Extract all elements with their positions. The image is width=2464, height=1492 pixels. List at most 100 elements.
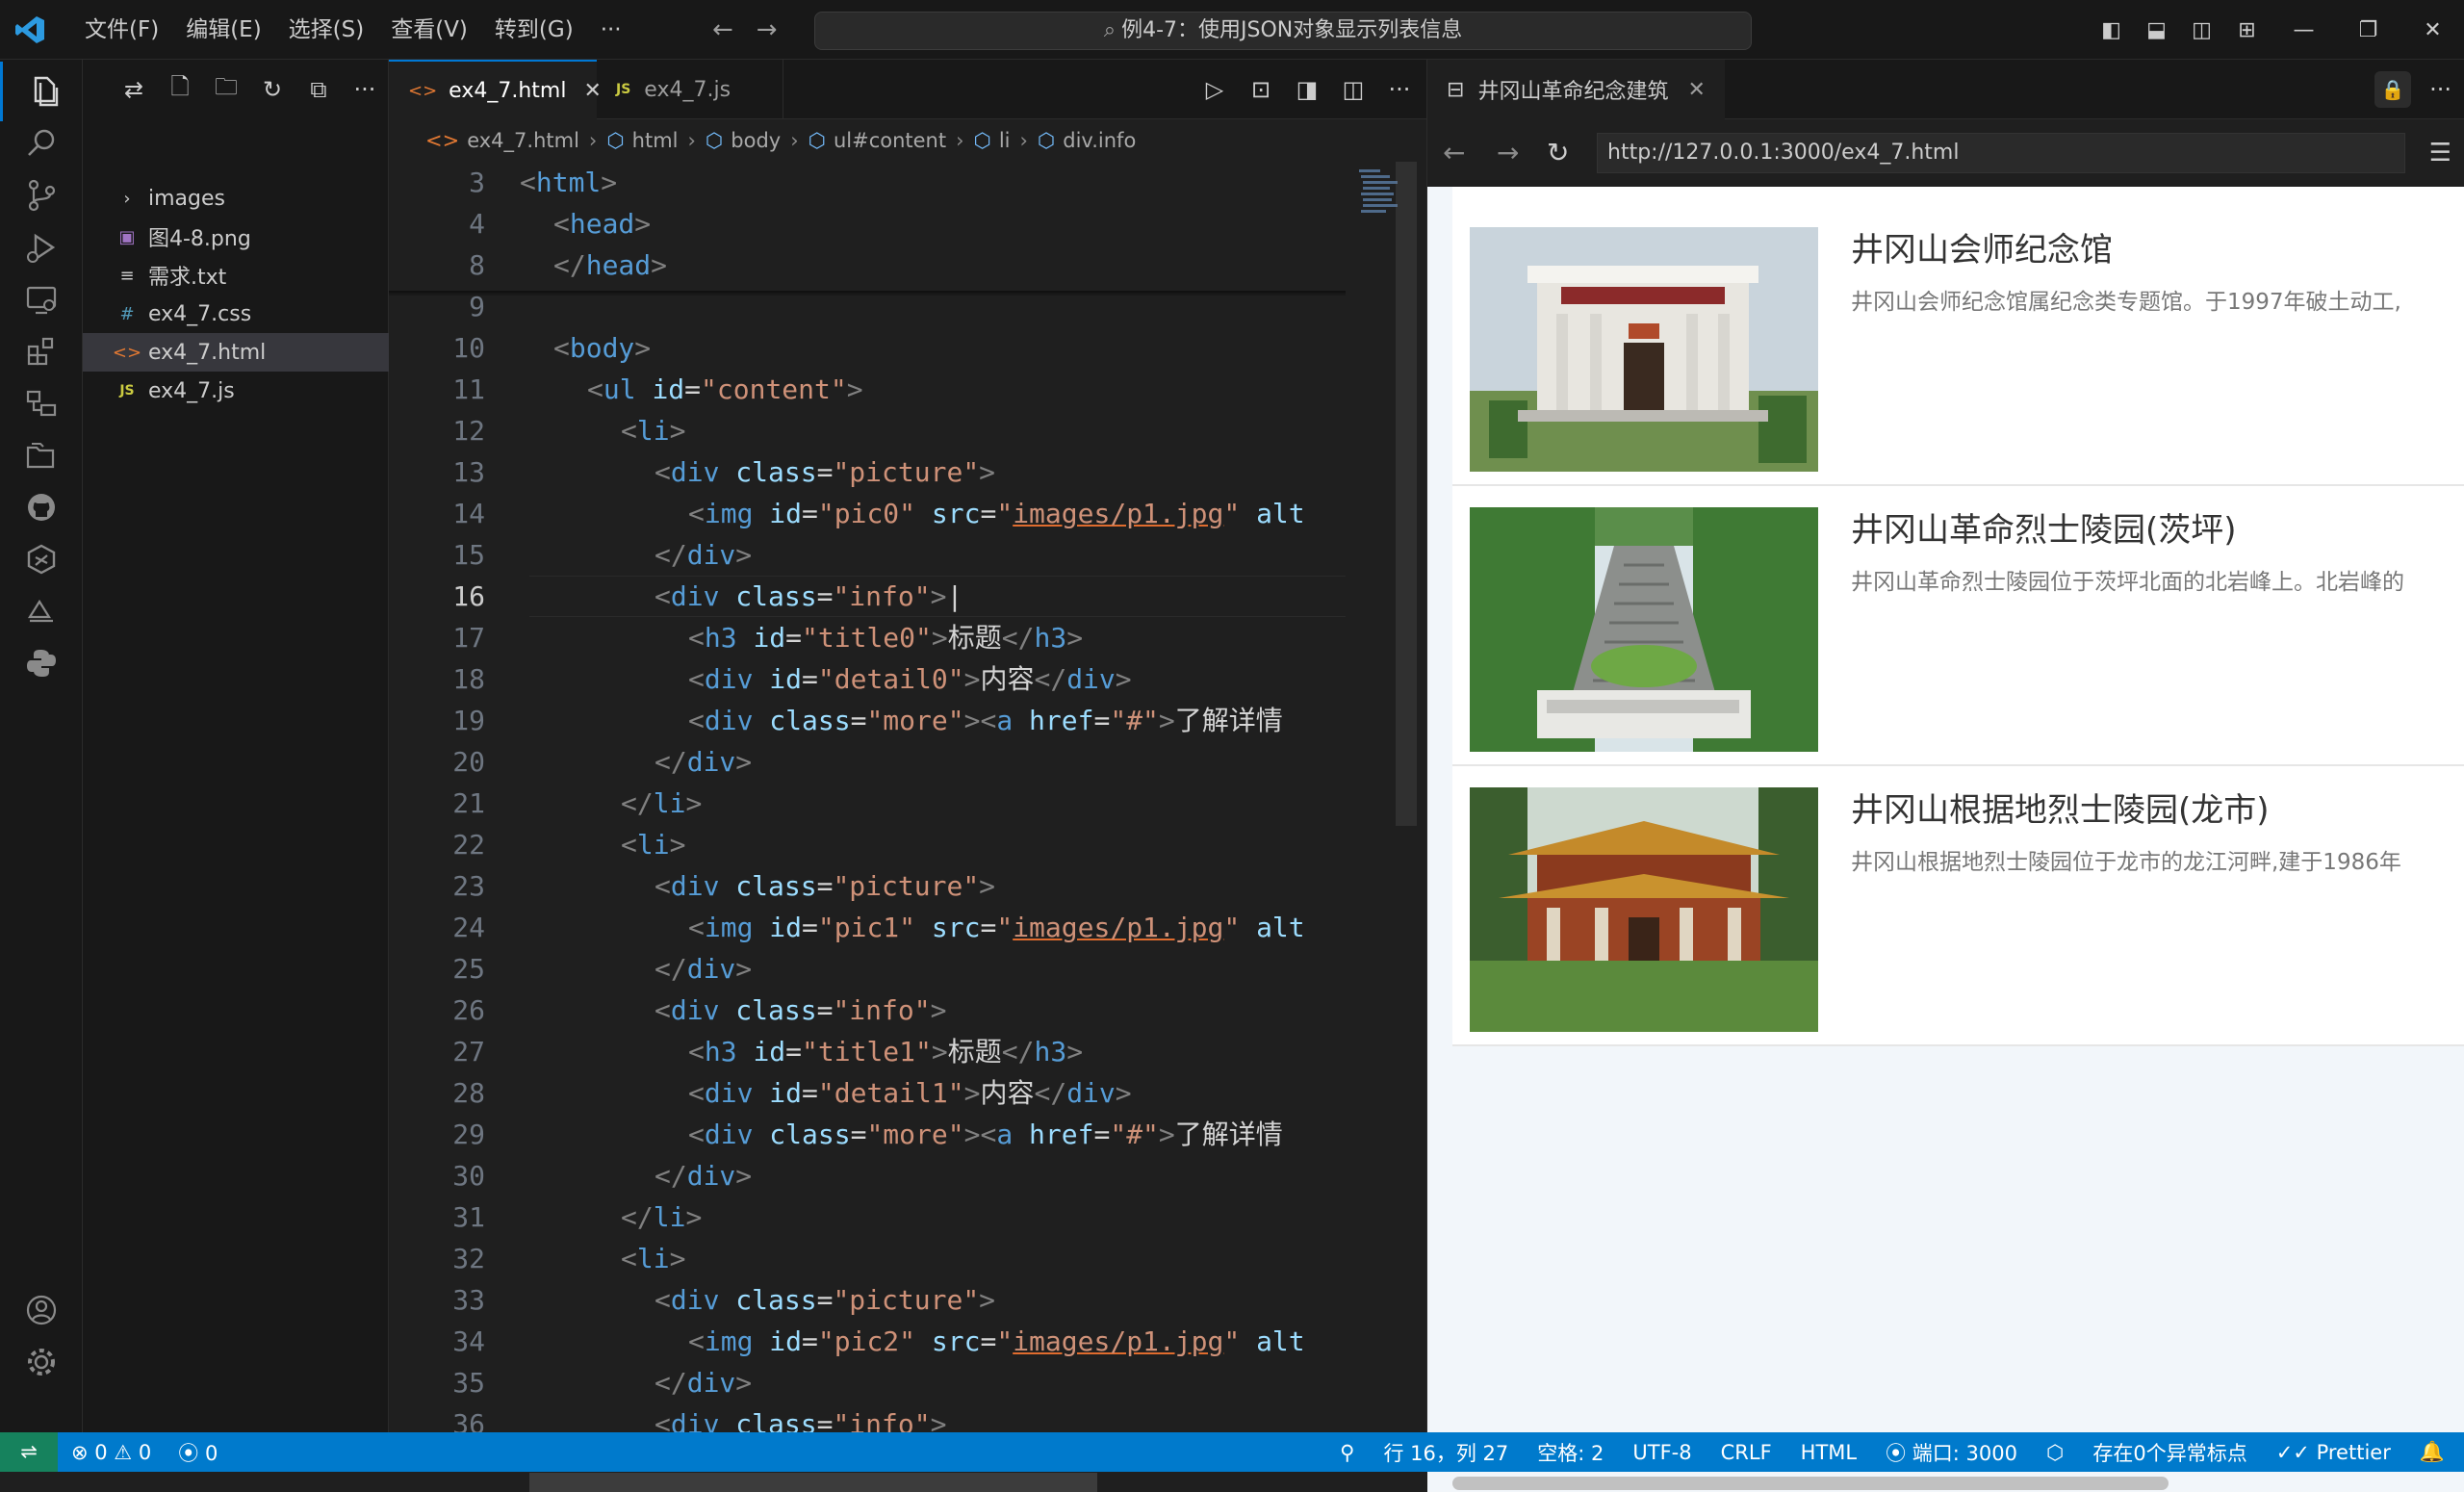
url-input[interactable]: http://127.0.0.1:3000/ex4_7.html	[1597, 133, 2405, 173]
tree-item-html[interactable]: <> ex4_7.html	[83, 333, 389, 372]
refresh-icon[interactable]: ↻	[256, 76, 289, 103]
menu-view[interactable]: 查看(V)	[377, 0, 481, 60]
tab-ex4-7-html[interactable]: <> ex4_7.html ✕	[389, 60, 602, 119]
reload-icon[interactable]: ↻	[1547, 119, 1569, 187]
remote-indicator-icon[interactable]: ⇌	[0, 1432, 58, 1472]
notifications-bell-icon[interactable]: 🔔	[2420, 1440, 2445, 1464]
more-actions-icon[interactable]: ···	[348, 76, 381, 103]
menu-go[interactable]: 转到(G)	[481, 0, 587, 60]
horizontal-scrollbar[interactable]	[529, 1473, 1097, 1492]
run-icon[interactable]: ▷	[1199, 76, 1230, 103]
end-of-line[interactable]: CRLF	[1721, 1441, 1772, 1464]
menu-selection[interactable]: 选择(S)	[275, 0, 378, 60]
open-preview-icon[interactable]: ⊡	[1245, 76, 1276, 103]
code-text: <img id="pic2" src="images/p1.jpg" alt	[688, 1321, 1305, 1362]
split-editor-icon[interactable]: ◫	[1338, 76, 1369, 103]
tree-item-js[interactable]: JS ex4_7.js	[83, 372, 389, 410]
breadcrumb-item[interactable]: ex4_7.html	[467, 129, 579, 152]
minimize-icon[interactable]: —	[2272, 18, 2336, 42]
run-debug-icon[interactable]	[0, 218, 83, 277]
tree-item-png[interactable]: ▣ 图4-8.png	[83, 218, 389, 256]
menu-more[interactable]: ···	[587, 0, 635, 60]
live-share-icon[interactable]	[0, 373, 83, 433]
code-token: class	[769, 1119, 851, 1150]
code-token: src	[931, 912, 981, 943]
menu-file[interactable]: 文件(F)	[71, 0, 172, 60]
folders-icon[interactable]	[0, 425, 83, 485]
new-folder-icon[interactable]: 🗀	[210, 70, 243, 110]
tree-item-images[interactable]: › images	[83, 179, 389, 218]
tab-preview[interactable]: ⊟ 井冈山革命纪念建筑 ✕	[1427, 60, 1725, 119]
menu-icon[interactable]: ☰	[2429, 119, 2451, 187]
github-icon[interactable]	[0, 477, 83, 537]
code-line: 15 </div>	[389, 534, 1346, 576]
copilot-icon[interactable]	[0, 529, 83, 589]
breadcrumb-item[interactable]: html	[632, 129, 679, 152]
code-token: li	[653, 1201, 686, 1233]
extensions-icon[interactable]	[0, 322, 83, 381]
customize-layout-icon[interactable]: ⊞	[2224, 18, 2270, 42]
pin-icon[interactable]: ⚲	[1340, 1441, 1354, 1464]
more-actions-icon[interactable]: ···	[2429, 60, 2451, 119]
forward-arrow-icon[interactable]: →	[757, 15, 778, 44]
tree-item-txt[interactable]: ≡ 需求.txt	[83, 256, 389, 295]
toggle-panel-icon[interactable]: ⬓	[2134, 18, 2179, 42]
indentation[interactable]: 空格: 2	[1537, 1438, 1604, 1467]
preview-side-icon[interactable]: ◨	[1292, 76, 1322, 103]
code-token: </	[654, 1160, 687, 1192]
copilot-status-icon[interactable]: ⬡	[2046, 1441, 2064, 1464]
remote-explorer-icon[interactable]	[0, 270, 83, 329]
lock-icon[interactable]: 🔒	[2374, 71, 2411, 108]
code-editor[interactable]: 3 <html> 4 <head> 8 </head> 9 10 <body> 11 <ul id=…	[389, 162, 1346, 1492]
close-window-icon[interactable]: ✕	[2400, 18, 2464, 42]
punctuation-check[interactable]: 存在0个异常标点	[2092, 1438, 2246, 1467]
cursor-position[interactable]: 行 16，列 27	[1383, 1438, 1508, 1467]
code-token: "more"	[866, 705, 964, 736]
toggle-sidebar-icon[interactable]: ◧	[2089, 18, 2134, 42]
breadcrumb-item[interactable]: body	[731, 129, 781, 152]
prettier-status[interactable]: ✓✓ Prettier	[2276, 1441, 2391, 1464]
collapse-all-icon[interactable]: ⧉	[302, 76, 335, 103]
python-icon[interactable]	[0, 633, 83, 693]
minimap-slider[interactable]	[1396, 162, 1417, 826]
live-server-port[interactable]: ⦿ 端口: 3000	[1886, 1438, 2017, 1467]
horizontal-scrollbar[interactable]	[1452, 1477, 2169, 1490]
search-activity-icon[interactable]	[0, 114, 83, 173]
code-token: div	[686, 539, 736, 571]
command-center[interactable]: ⌕ 例4-7：使用JSON对象显示列表信息	[814, 12, 1752, 50]
menu-edit[interactable]: 编辑(E)	[172, 0, 274, 60]
breadcrumb-item[interactable]: li	[999, 129, 1011, 152]
source-control-icon[interactable]	[0, 166, 83, 225]
code-token: <	[654, 456, 671, 488]
tree-item-css[interactable]: # ex4_7.css	[83, 295, 389, 333]
tab-ex4-7-js[interactable]: JS ex4_7.js	[597, 60, 783, 119]
code-text: <img id="pic1" src="images/p1.jpg" alt	[688, 907, 1305, 948]
explorer-icon[interactable]	[0, 62, 83, 121]
close-icon[interactable]: ✕	[1687, 78, 1705, 102]
forward-arrow-icon[interactable]: →	[1497, 119, 1519, 187]
code-token: >	[669, 415, 686, 447]
more-actions-icon[interactable]: ···	[1384, 76, 1415, 103]
account-icon[interactable]	[0, 1280, 83, 1340]
breadcrumb-item[interactable]: ul#content	[834, 129, 946, 152]
toggle-secondary-sidebar-icon[interactable]: ◫	[2179, 18, 2224, 42]
encoding[interactable]: UTF-8	[1632, 1441, 1691, 1464]
restore-icon[interactable]: ❐	[2336, 18, 2400, 42]
back-arrow-icon[interactable]: ←	[1443, 119, 1465, 187]
testing-icon[interactable]	[0, 581, 83, 641]
minimap[interactable]	[1346, 162, 1417, 1492]
back-arrow-icon[interactable]: ←	[712, 15, 733, 44]
breadcrumb-item[interactable]: div.info	[1063, 129, 1136, 152]
html-file-icon: <>	[408, 80, 438, 101]
new-file-icon[interactable]: 🗋	[164, 70, 196, 110]
simple-browser-panel: ⊟ 井冈山革命纪念建筑 ✕ 🔒 ··· ← → ↻ http://127.0.0…	[1426, 60, 2464, 1492]
language-mode[interactable]: HTML	[1801, 1441, 1857, 1464]
code-token: li	[636, 829, 670, 861]
line-number: 34	[452, 1325, 485, 1357]
explorer-translate-icon[interactable]: ⇄	[117, 76, 150, 103]
settings-gear-icon[interactable]	[0, 1332, 83, 1392]
problems-status[interactable]: ⊗ 0 ⚠ 0	[71, 1441, 151, 1464]
ports-status[interactable]: ⦿ 0	[178, 1438, 218, 1467]
